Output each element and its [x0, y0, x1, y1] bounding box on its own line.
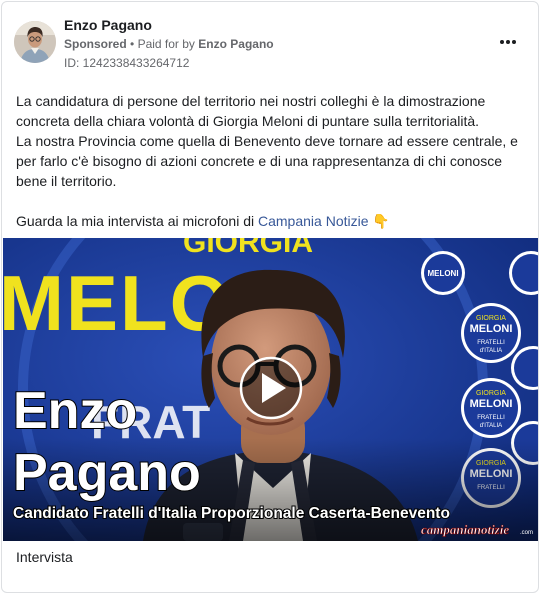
body-line: bene il territorio. — [16, 173, 117, 189]
body-line: per farlo c'è bisogno di azioni concrete… — [16, 153, 502, 169]
video-thumbnail[interactable]: GIORGIA MELONI FRAT GIORGIA MELONI FRATE… — [3, 238, 538, 541]
svg-text:d'ITALIA: d'ITALIA — [480, 348, 502, 354]
more-dot-icon — [506, 40, 510, 44]
page-name[interactable]: Enzo Pagano — [64, 17, 152, 33]
cta-line: Guarda la mia intervista ai microfoni di… — [16, 211, 528, 231]
svg-text:campanianotizie: campanianotizie — [421, 522, 509, 537]
party-logo: MELONI — [421, 251, 465, 295]
video-frame: GIORGIA MELONI FRAT GIORGIA MELONI FRATE… — [3, 238, 538, 541]
video-caption: Intervista — [16, 549, 73, 565]
banner-giorgia-text: GIORGIA — [183, 238, 313, 259]
overlay-first-name: Enzo — [13, 382, 137, 440]
paid-for-prefix: Paid for by — [137, 37, 195, 51]
ad-id: ID: 1242338433264712 — [64, 56, 190, 70]
overlay-subtitle: Candidato Fratelli d'Italia Proporzional… — [13, 505, 450, 522]
pointing-down-emoji-icon: 👇 — [372, 213, 390, 229]
campania-notizie-link[interactable]: Campania Notizie — [258, 213, 369, 229]
sponsored-label: Sponsored — [64, 37, 127, 51]
body-line: concreta della chiara volontà di Giorgia… — [16, 113, 480, 129]
party-logo: GIORGIA MELONI FRATELLI d'ITALIA — [461, 303, 521, 363]
more-options-button[interactable] — [496, 32, 520, 52]
play-button-icon[interactable] — [239, 356, 303, 420]
svg-text:MELONI: MELONI — [470, 323, 513, 335]
body-line: La candidatura di persone del territorio… — [16, 93, 486, 109]
sponsored-line: Sponsored • Paid for by Enzo Pagano — [64, 37, 274, 51]
svg-text:MELONI: MELONI — [470, 398, 513, 410]
svg-text:d'ITALIA: d'ITALIA — [480, 423, 502, 429]
ad-body: La candidatura di persone del territorio… — [16, 91, 528, 231]
avatar[interactable] — [14, 21, 56, 63]
cta-prefix: Guarda la mia intervista ai microfoni di — [16, 213, 255, 229]
svg-text:FRATELLI: FRATELLI — [477, 415, 505, 421]
paid-for-name[interactable]: Enzo Pagano — [198, 37, 273, 51]
svg-text:GIORGIA: GIORGIA — [476, 390, 506, 397]
overlay-last-name: Pagano — [13, 444, 201, 502]
separator-dot: • — [130, 37, 135, 51]
svg-text:FRATELLI: FRATELLI — [477, 340, 505, 346]
more-dot-icon — [512, 40, 516, 44]
ad-card: Enzo Pagano Sponsored • Paid for by Enzo… — [1, 1, 539, 593]
body-line: La nostra Provincia come quella di Benev… — [16, 133, 518, 149]
avatar-image — [14, 21, 56, 63]
svg-text:.com: .com — [520, 530, 533, 536]
svg-text:MELONI: MELONI — [427, 269, 458, 278]
svg-text:GIORGIA: GIORGIA — [476, 315, 506, 322]
more-dot-icon — [500, 40, 504, 44]
party-logo: GIORGIA MELONI FRATELLI d'ITALIA — [461, 378, 521, 438]
